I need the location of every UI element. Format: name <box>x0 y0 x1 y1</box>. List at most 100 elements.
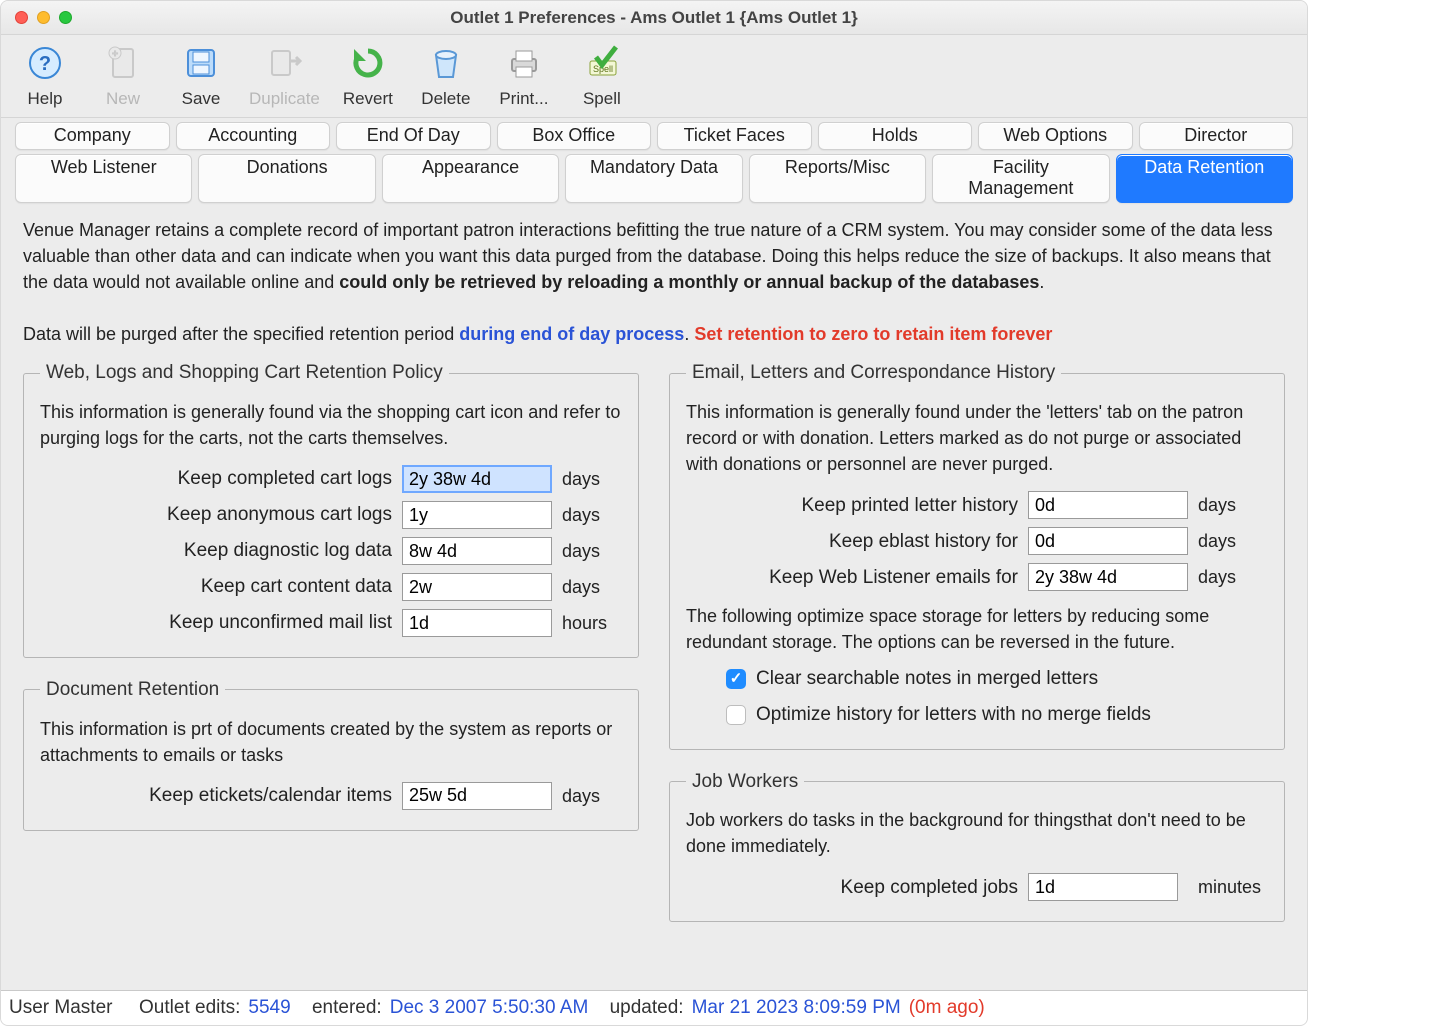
tab-director[interactable]: Director <box>1139 122 1294 150</box>
input-cart-content[interactable] <box>402 573 552 601</box>
input-printed-letter[interactable] <box>1028 491 1188 519</box>
job-workers-group: Job Workers Job workers do tasks in the … <box>669 768 1285 923</box>
status-bar: User Master Outlet edits: 5549 entered: … <box>1 990 1307 1025</box>
duplicate-icon <box>262 41 306 85</box>
input-anonymous-cart-logs[interactable] <box>402 501 552 529</box>
row-anonymous-cart-logs: Keep anonymous cart logs days <box>40 497 622 533</box>
toolbar-label: Print... <box>499 89 548 109</box>
intro-purge-a: Data will be purged after the specified … <box>23 324 459 344</box>
toolbar: ? Help + New Save Duplicate Reve <box>1 35 1307 118</box>
document-retention-desc: This information is prt of documents cre… <box>40 716 622 768</box>
intro-eod-link: during end of day process <box>459 324 684 344</box>
email-optimize-note: The following optimize space storage for… <box>686 603 1268 655</box>
web-retention-group: Web, Logs and Shopping Cart Retention Po… <box>23 359 639 658</box>
job-workers-desc: Job workers do tasks in the background f… <box>686 807 1268 859</box>
unit-completed-jobs: minutes <box>1198 874 1268 900</box>
duplicate-button: Duplicate <box>249 41 320 109</box>
svg-text:?: ? <box>39 53 51 75</box>
spell-icon: Spell <box>580 41 624 85</box>
tab-data-retention[interactable]: Data Retention <box>1116 154 1293 203</box>
tab-end-of-day[interactable]: End Of Day <box>336 122 491 150</box>
checkbox-optimize-history[interactable]: Optimize history for letters with no mer… <box>686 697 1268 733</box>
label-printed-letter: Keep printed letter history <box>686 492 1018 520</box>
label-eblast-history: Keep eblast history for <box>686 528 1018 556</box>
row-eblast-history: Keep eblast history for days <box>686 523 1268 559</box>
titlebar: Outlet 1 Preferences - Ams Outlet 1 {Ams… <box>1 1 1307 35</box>
email-history-desc: This information is generally found unde… <box>686 399 1268 477</box>
label-anonymous-cart-logs: Keep anonymous cart logs <box>40 501 392 529</box>
row-completed-cart-logs: Keep completed cart logs days <box>40 461 622 497</box>
tab-appearance[interactable]: Appearance <box>382 154 559 203</box>
document-retention-group: Document Retention This information is p… <box>23 676 639 831</box>
intro-zero-warning: Set retention to zero to retain item for… <box>694 324 1052 344</box>
revert-icon <box>346 41 390 85</box>
unit-completed-cart-logs: days <box>562 466 622 492</box>
web-retention-desc: This information is generally found via … <box>40 399 622 451</box>
revert-button[interactable]: Revert <box>338 41 398 109</box>
unit-printed-letter: days <box>1198 492 1268 518</box>
input-unconfirmed-mail[interactable] <box>402 609 552 637</box>
tabs: Company Accounting End Of Day Box Office… <box>1 118 1307 203</box>
tab-company[interactable]: Company <box>15 122 170 150</box>
help-button[interactable]: ? Help <box>15 41 75 109</box>
unit-diagnostic-log: days <box>562 538 622 564</box>
intro-bold: could only be retrieved by reloading a m… <box>339 272 1039 292</box>
checkbox-icon <box>726 705 746 725</box>
trash-icon <box>424 41 468 85</box>
checkbox-icon <box>726 669 746 689</box>
status-user: User Master <box>9 997 112 1019</box>
toolbar-label: Help <box>28 89 63 109</box>
unit-eblast-history: days <box>1198 528 1268 554</box>
tab-web-options[interactable]: Web Options <box>978 122 1133 150</box>
input-completed-cart-logs[interactable] <box>402 465 552 493</box>
tab-box-office[interactable]: Box Office <box>497 122 652 150</box>
print-button[interactable]: Print... <box>494 41 554 109</box>
input-diagnostic-log[interactable] <box>402 537 552 565</box>
tab-reports-misc[interactable]: Reports/Misc <box>749 154 926 203</box>
label-etickets: Keep etickets/calendar items <box>40 782 392 810</box>
checkbox-clear-searchable[interactable]: Clear searchable notes in merged letters <box>686 661 1268 697</box>
save-icon <box>179 41 223 85</box>
input-completed-jobs[interactable] <box>1028 873 1178 901</box>
svg-text:+: + <box>112 49 118 60</box>
new-button: + New <box>93 41 153 109</box>
save-button[interactable]: Save <box>171 41 231 109</box>
toolbar-label: Duplicate <box>249 89 320 109</box>
status-updated-value: Mar 21 2023 8:09:59 PM <box>692 997 901 1019</box>
tab-accounting[interactable]: Accounting <box>176 122 331 150</box>
tab-holds[interactable]: Holds <box>818 122 973 150</box>
toolbar-label: New <box>106 89 140 109</box>
input-web-listener-emails[interactable] <box>1028 563 1188 591</box>
intro-purge-c: . <box>684 324 694 344</box>
content-pane: Venue Manager retains a complete record … <box>1 207 1307 940</box>
job-workers-legend: Job Workers <box>686 768 804 796</box>
preferences-window: Outlet 1 Preferences - Ams Outlet 1 {Ams… <box>0 0 1308 1026</box>
tab-row-1: Company Accounting End Of Day Box Office… <box>15 122 1293 150</box>
status-entered-value: Dec 3 2007 5:50:30 AM <box>390 997 589 1019</box>
label-diagnostic-log: Keep diagnostic log data <box>40 537 392 565</box>
new-doc-icon: + <box>101 41 145 85</box>
label-web-listener-emails: Keep Web Listener emails for <box>686 564 1018 592</box>
tab-ticket-faces[interactable]: Ticket Faces <box>657 122 812 150</box>
unit-unconfirmed-mail: hours <box>562 610 622 636</box>
row-unconfirmed-mail: Keep unconfirmed mail list hours <box>40 605 622 641</box>
tab-facility-mgmt[interactable]: Facility Management <box>932 154 1109 203</box>
tab-donations[interactable]: Donations <box>198 154 375 203</box>
delete-button[interactable]: Delete <box>416 41 476 109</box>
row-diagnostic-log: Keep diagnostic log data days <box>40 533 622 569</box>
toolbar-label: Revert <box>343 89 393 109</box>
input-etickets[interactable] <box>402 782 552 810</box>
tab-mandatory-data[interactable]: Mandatory Data <box>565 154 742 203</box>
checkbox-label: Clear searchable notes in merged letters <box>756 665 1098 693</box>
tab-row-2: Web Listener Donations Appearance Mandat… <box>15 154 1293 203</box>
input-eblast-history[interactable] <box>1028 527 1188 555</box>
label-completed-jobs: Keep completed jobs <box>686 874 1018 902</box>
window-title: Outlet 1 Preferences - Ams Outlet 1 {Ams… <box>1 8 1307 28</box>
status-updated-label: updated: <box>610 997 684 1019</box>
intro-text: Venue Manager retains a complete record … <box>23 217 1285 347</box>
spell-button[interactable]: Spell Spell <box>572 41 632 109</box>
label-cart-content: Keep cart content data <box>40 573 392 601</box>
tab-web-listener[interactable]: Web Listener <box>15 154 192 203</box>
email-history-legend: Email, Letters and Correspondance Histor… <box>686 359 1061 387</box>
document-retention-legend: Document Retention <box>40 676 225 704</box>
